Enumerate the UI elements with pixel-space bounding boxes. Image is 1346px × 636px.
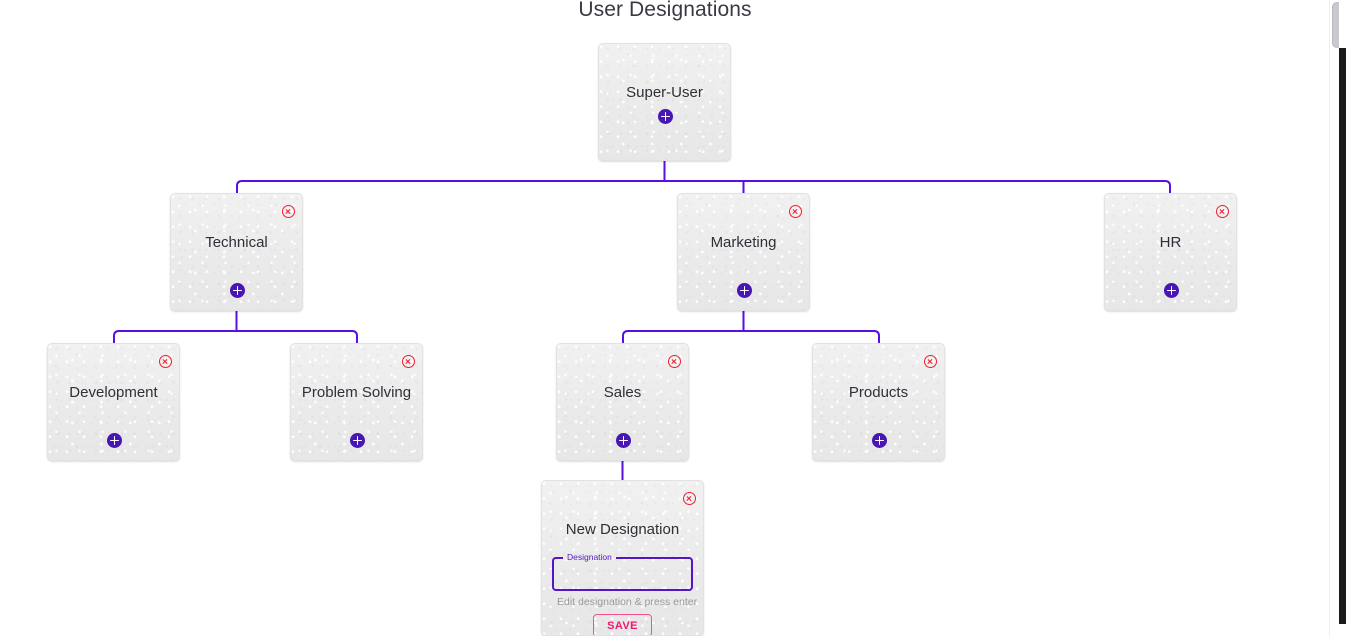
node-label: Development	[69, 384, 158, 401]
node-label: HR	[1159, 234, 1182, 251]
outer-scrollbar-track[interactable]	[1339, 0, 1346, 636]
node-label: Super-User	[626, 84, 703, 101]
remove-node-icon[interactable]	[683, 492, 696, 505]
remove-node-icon[interactable]	[402, 355, 415, 368]
remove-node-icon[interactable]	[789, 205, 802, 218]
tree-node-new-designation[interactable]: New Designation Designation Edit designa…	[541, 480, 704, 636]
tree-node-hr[interactable]: HR	[1104, 193, 1237, 311]
tree-node-development[interactable]: Development	[47, 343, 180, 461]
node-label: Products	[848, 384, 909, 401]
add-child-icon[interactable]	[872, 433, 887, 448]
designation-tree: Super-User Technical Marketing HR Develo…	[0, 0, 1330, 636]
remove-node-icon[interactable]	[282, 205, 295, 218]
node-label: Problem Solving	[301, 384, 412, 401]
tree-node-sales[interactable]: Sales	[556, 343, 689, 461]
add-child-icon[interactable]	[737, 283, 752, 298]
add-child-icon[interactable]	[658, 109, 673, 124]
tree-node-technical[interactable]: Technical	[170, 193, 303, 311]
node-label: Technical	[205, 234, 268, 251]
remove-node-icon[interactable]	[1216, 205, 1229, 218]
tree-node-marketing[interactable]: Marketing	[677, 193, 810, 311]
node-label: Marketing	[710, 234, 777, 251]
add-child-icon[interactable]	[107, 433, 122, 448]
outer-scrollbar-thumb[interactable]	[1339, 48, 1346, 624]
designation-input[interactable]	[552, 553, 693, 591]
add-child-icon[interactable]	[230, 283, 245, 298]
remove-node-icon[interactable]	[159, 355, 172, 368]
new-designation-form: Designation Edit designation & press ent…	[552, 553, 698, 635]
node-label: New Designation	[565, 521, 680, 538]
designations-page: User Designations Super-User Technical M…	[0, 0, 1346, 636]
remove-node-icon[interactable]	[924, 355, 937, 368]
tree-node-products[interactable]: Products	[812, 343, 945, 461]
node-label: Sales	[603, 384, 642, 401]
add-child-icon[interactable]	[1164, 283, 1179, 298]
tree-node-super-user[interactable]: Super-User	[598, 43, 731, 161]
designation-field-root[interactable]: Designation	[552, 553, 693, 591]
save-button[interactable]: SAVE	[593, 614, 652, 635]
remove-node-icon[interactable]	[668, 355, 681, 368]
add-child-icon[interactable]	[350, 433, 365, 448]
add-child-icon[interactable]	[616, 433, 631, 448]
designation-helper-text: Edit designation & press enter	[557, 596, 698, 608]
tree-node-problem-solving[interactable]: Problem Solving	[290, 343, 423, 461]
